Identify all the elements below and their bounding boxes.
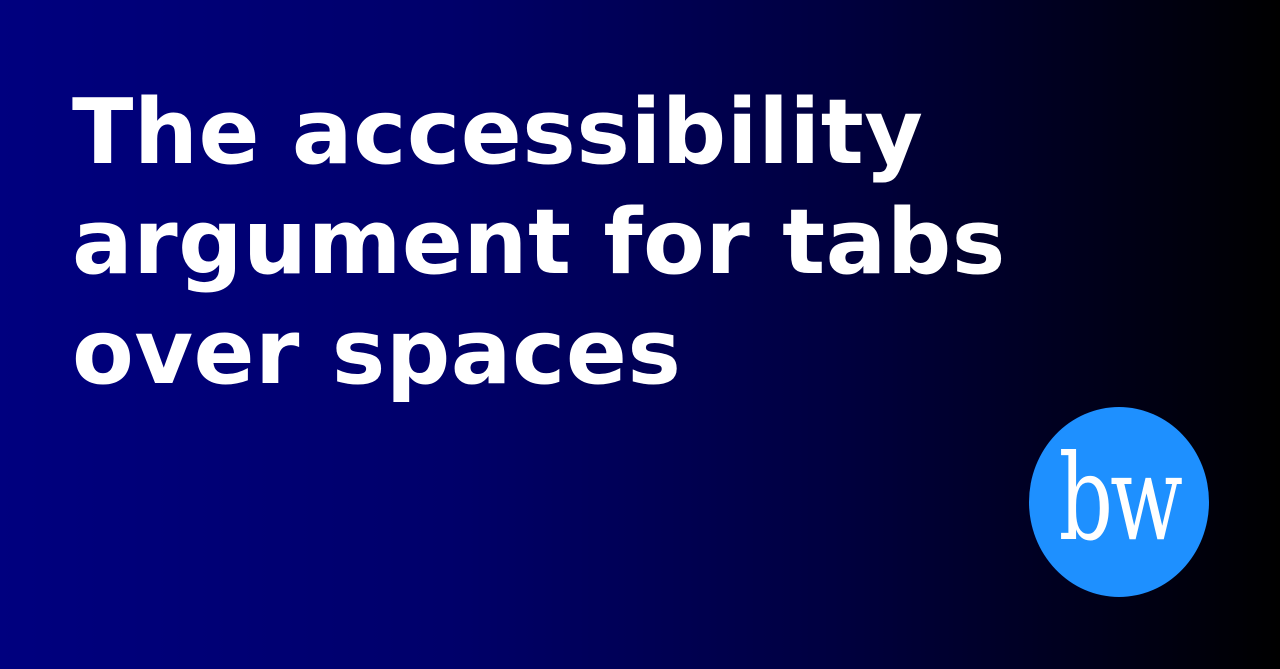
banner-card: The accessibility argument for tabs over…	[0, 0, 1280, 669]
bw-logo: bw	[1029, 407, 1209, 597]
logo-text: bw	[1058, 429, 1182, 567]
article-title: The accessibility argument for tabs over…	[72, 80, 1006, 405]
